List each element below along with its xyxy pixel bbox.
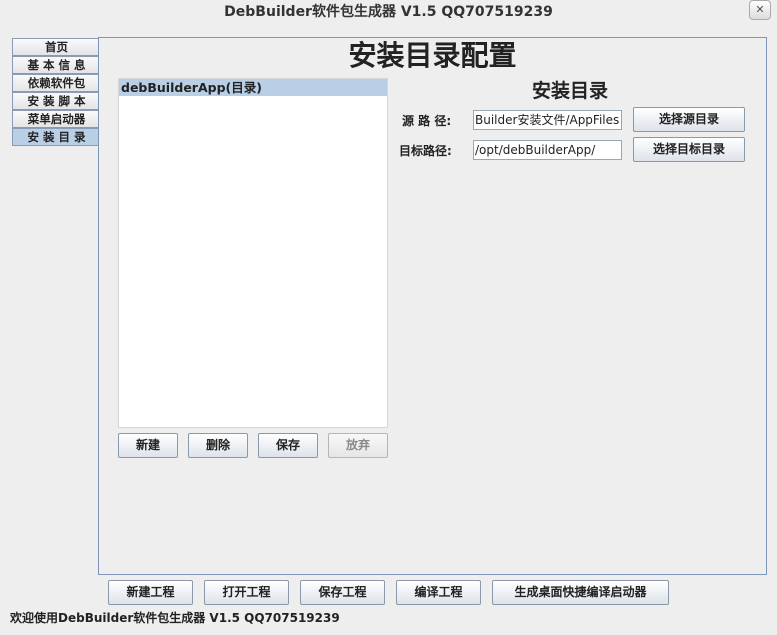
tab-install-scripts[interactable]: 安 装 脚 本 bbox=[12, 92, 100, 110]
save-project-button[interactable]: 保存工程 bbox=[300, 580, 385, 605]
discard-button[interactable]: 放弃 bbox=[328, 433, 388, 458]
source-path-label: 源 路 径: bbox=[402, 114, 452, 128]
create-launcher-button[interactable]: 生成桌面快捷编译启动器 bbox=[492, 580, 669, 605]
page-title: 安装目录配置 bbox=[348, 39, 517, 72]
section-title: 安装目录 bbox=[531, 80, 608, 102]
tab-menu-launcher[interactable]: 菜单启动器 bbox=[12, 110, 100, 128]
tab-dependencies[interactable]: 依赖软件包 bbox=[12, 74, 100, 92]
tab-list: 首页 基 本 信 息 依赖软件包 安 装 脚 本 菜单启动器 安 装 目 录 bbox=[12, 38, 100, 146]
window-title: DebBuilder软件包生成器 V1.5 QQ707519239 bbox=[224, 4, 553, 20]
open-project-button[interactable]: 打开工程 bbox=[204, 580, 289, 605]
tab-install-directory[interactable]: 安 装 目 录 bbox=[12, 128, 100, 146]
status-text: 欢迎使用DebBuilder软件包生成器 V1.5 QQ707519239 bbox=[10, 611, 340, 625]
list-item[interactable]: debBuilderApp(目录) bbox=[119, 79, 387, 96]
close-icon[interactable]: ✕ bbox=[749, 0, 771, 20]
new-project-button[interactable]: 新建工程 bbox=[108, 580, 193, 605]
new-button[interactable]: 新建 bbox=[118, 433, 178, 458]
delete-button[interactable]: 删除 bbox=[188, 433, 248, 458]
directory-list[interactable]: debBuilderApp(目录) bbox=[118, 78, 388, 428]
source-path-input[interactable]: Builder安装文件/AppFiles bbox=[473, 110, 622, 130]
tab-basic-info[interactable]: 基 本 信 息 bbox=[12, 56, 100, 74]
choose-target-button[interactable]: 选择目标目录 bbox=[633, 137, 745, 162]
tab-home[interactable]: 首页 bbox=[12, 38, 100, 56]
choose-source-button[interactable]: 选择源目录 bbox=[633, 107, 745, 132]
save-button[interactable]: 保存 bbox=[258, 433, 318, 458]
target-path-input[interactable]: /opt/debBuilderApp/ bbox=[473, 140, 622, 160]
target-path-label: 目标路径: bbox=[399, 144, 452, 158]
compile-project-button[interactable]: 编译工程 bbox=[396, 580, 481, 605]
